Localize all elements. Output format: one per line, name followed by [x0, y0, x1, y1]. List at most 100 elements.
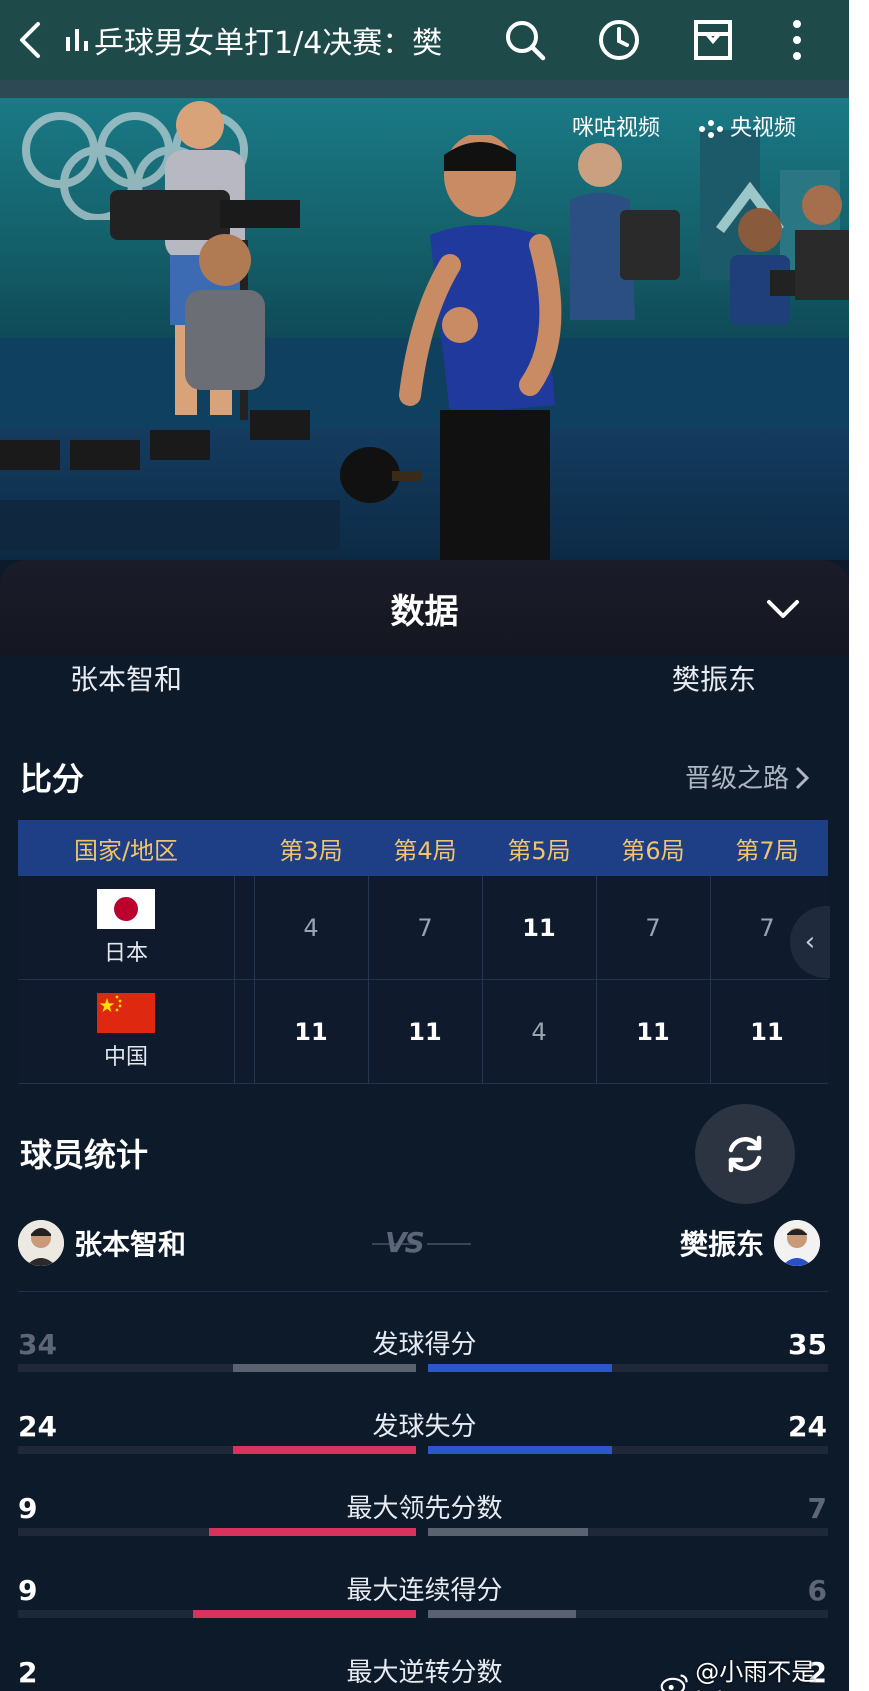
score-cell: 7 [417, 914, 433, 942]
vs-label: VS [385, 1226, 425, 1259]
stat-right-value: 35 [788, 1328, 827, 1361]
column-divider [596, 876, 597, 1084]
left-player: 张本智和 [18, 1218, 186, 1268]
country-cell: 日本 [18, 876, 234, 980]
refresh-icon [728, 1135, 762, 1173]
score-section-title: 比分 [20, 760, 85, 798]
header-country: 国家/地区 [73, 836, 179, 865]
left-player-name: 张本智和 [70, 663, 183, 696]
camera-rigs-graphic [0, 410, 340, 550]
right-player: 樊振东 [680, 1218, 821, 1268]
stat-left-bar [209, 1528, 416, 1536]
header-game-4: 第4局 [393, 836, 457, 865]
country-name: 中国 [103, 1045, 148, 1070]
refresh-button[interactable] [695, 1104, 795, 1204]
bar-chart-icon [60, 0, 94, 80]
right-player-name: 樊振东 [672, 663, 757, 696]
score-cell: 4 [303, 914, 319, 942]
score-cell: 4 [531, 1018, 547, 1046]
header-game-5: 第5局 [507, 836, 571, 865]
migu-watermark: 咪咕视频 [572, 116, 661, 141]
app-window: 乒球男女单打1/4决赛：樊 咪咕视频 央视频 数据 张本智和 樊振东 比分 晋级… [0, 0, 849, 1691]
stat-left-value: 9 [18, 1574, 38, 1607]
stats-divider [18, 1291, 828, 1292]
country-cell: 中国 [18, 980, 234, 1084]
stat-name: 发球失分 [372, 1412, 477, 1442]
stat-left-value: 24 [18, 1410, 57, 1443]
player-names-row: 张本智和 樊振东 [0, 656, 849, 701]
score-table: 国家/地区 第3局 第4局 第5局 第6局 第7局 日本 4 7 11 7 7 [18, 820, 828, 1084]
stat-row: 发球得分 34 35 [0, 1324, 849, 1404]
stat-right-value: 6 [807, 1574, 827, 1607]
cctv-watermark-text: 央视频 [730, 116, 797, 141]
score-cell: 11 [750, 1018, 784, 1046]
china-flag-icon [97, 993, 155, 1033]
right-player-label: 樊振东 [680, 1228, 765, 1261]
more-vertical-icon[interactable] [752, 0, 842, 80]
stat-right-track [428, 1610, 828, 1618]
header-game-7: 第7局 [735, 836, 799, 865]
left-player-label: 张本智和 [74, 1228, 187, 1261]
clock-icon[interactable] [574, 0, 664, 80]
stat-left-track [18, 1364, 416, 1372]
weibo-handle: @小雨不是joker [695, 1658, 816, 1691]
stat-left-value: 9 [18, 1492, 38, 1525]
stat-right-bar [428, 1364, 612, 1372]
table-row: 中国 11 11 4 11 11 [18, 980, 828, 1084]
column-divider [482, 876, 483, 1084]
weibo-watermark: @小雨不是joker [660, 1652, 849, 1691]
video-player[interactable]: 咪咕视频 央视频 [0, 80, 849, 560]
collapse-chevron-icon[interactable] [763, 590, 803, 630]
stat-row: 发球失分 24 24 [0, 1406, 849, 1486]
column-divider [254, 876, 255, 1084]
back-arrow-icon[interactable] [0, 0, 60, 80]
table-row: 日本 4 7 11 7 7 [18, 876, 828, 980]
score-cell: 11 [522, 914, 556, 942]
stat-right-value: 7 [807, 1492, 827, 1525]
chevron-right-icon[interactable] [795, 766, 810, 794]
stat-left-value: 34 [18, 1328, 57, 1361]
player-stats-section-title: 球员统计 [20, 1136, 149, 1174]
score-table-header: 国家/地区 第3局 第4局 第5局 第6局 第7局 [18, 820, 828, 876]
chevron-left-icon: ‹ [804, 927, 816, 957]
stat-right-value: 24 [788, 1410, 827, 1443]
photographers-graphic [570, 143, 849, 325]
stat-left-value: 2 [18, 1656, 38, 1689]
seated-person-graphic [185, 234, 265, 390]
country-name: 日本 [103, 941, 148, 966]
stat-right-bar [428, 1528, 588, 1536]
page-title: 乒球男女单打1/4决赛：樊 [94, 26, 443, 61]
stat-row: 最大连续得分 9 6 [0, 1570, 849, 1650]
score-cell: 11 [636, 1018, 670, 1046]
header-game-6: 第6局 [621, 836, 685, 865]
stat-name: 发球得分 [372, 1330, 477, 1360]
search-icon[interactable] [480, 0, 570, 80]
advance-route-link[interactable]: 晋级之路 [685, 758, 789, 795]
stat-left-track [18, 1528, 416, 1536]
header-game-3: 第3局 [279, 836, 343, 865]
stat-name: 最大连续得分 [346, 1576, 503, 1606]
data-panel-header: 数据 [0, 560, 849, 656]
top-bar: 乒球男女单打1/4决赛：樊 [0, 0, 849, 80]
stat-right-track [428, 1364, 828, 1372]
stat-left-track [18, 1610, 416, 1618]
stat-right-bar [428, 1610, 576, 1618]
score-cell: 7 [645, 914, 661, 942]
stat-left-bar [232, 1446, 416, 1454]
panel-title: 数据 [390, 591, 459, 632]
screen-edge [849, 0, 869, 1691]
score-cell: 11 [294, 1018, 328, 1046]
stat-right-track [428, 1528, 828, 1536]
stat-left-bar [232, 1364, 416, 1372]
player-graphic [340, 135, 562, 560]
column-divider [710, 876, 711, 1084]
avatar [774, 1220, 821, 1266]
stat-row: 最大领先分数 9 7 [0, 1488, 849, 1568]
column-divider [234, 876, 235, 1084]
column-divider [368, 876, 369, 1084]
inbox-icon[interactable] [668, 0, 758, 80]
stat-right-track [428, 1446, 828, 1454]
stat-name: 最大领先分数 [346, 1494, 503, 1524]
stat-right-bar [428, 1446, 612, 1454]
stat-left-bar [193, 1610, 416, 1618]
